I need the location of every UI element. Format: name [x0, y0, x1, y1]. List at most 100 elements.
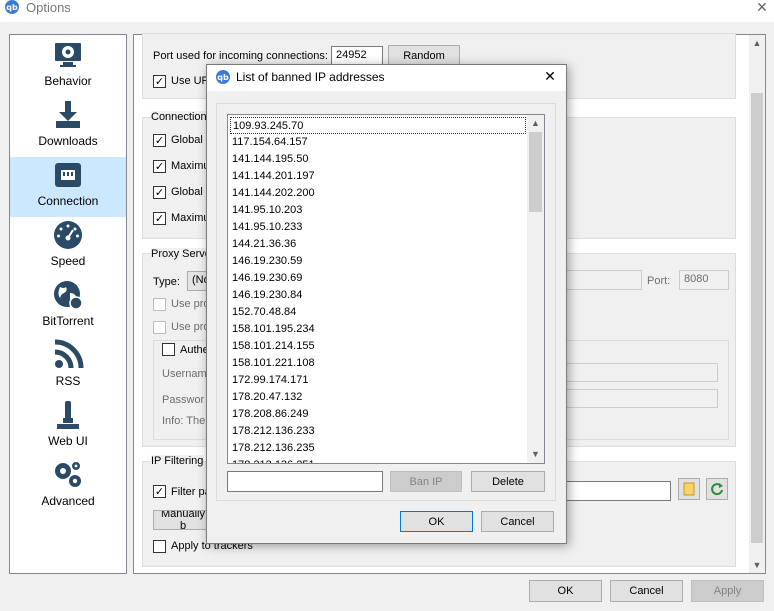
sidebar-item-connection[interactable]: Connection	[10, 157, 126, 217]
options-scrollbar[interactable]: ▲ ▼	[749, 35, 765, 573]
sidebar-item-label: Downloads	[38, 134, 98, 148]
list-scrollbar[interactable]: ▲ ▼	[527, 115, 544, 463]
sidebar-item-label: Connection	[37, 194, 99, 208]
apply-button[interactable]: Apply	[691, 580, 764, 602]
ip-list-item[interactable]: 178.212.136.235	[230, 440, 526, 457]
proxy-port-label: Port:	[647, 275, 671, 287]
ip-filter-path-input[interactable]	[565, 481, 671, 501]
sidebar-item-label: Advanced	[41, 494, 95, 508]
ip-address-input[interactable]	[227, 471, 383, 492]
global-max-connections-checkbox[interactable]: ✓	[153, 134, 166, 147]
global-max-uploads-checkbox[interactable]: ✓	[153, 186, 166, 199]
sidebar-item-downloads[interactable]: Downloads	[10, 97, 126, 157]
max-connections-per-torrent-label: Maximu	[171, 160, 210, 172]
manually-banned-ips-button[interactable]: Manually b	[153, 510, 209, 530]
ip-filtering-group-label: IP Filtering	[151, 455, 204, 467]
ip-list-item[interactable]: 146.19.230.84	[230, 287, 526, 304]
proxy-type-label: Type:	[153, 276, 180, 288]
proxy-username-label: Usernam	[162, 368, 207, 380]
gears-icon	[55, 462, 81, 487]
proxy-server-group-label: Proxy Serve	[151, 248, 211, 260]
sidebar-item-label: Behavior	[44, 74, 92, 88]
ip-list-item[interactable]: 146.19.230.69	[230, 270, 526, 287]
ip-list-item[interactable]: 117.154.64.157	[230, 134, 526, 151]
banned-ip-list[interactable]: 109.93.245.70 117.154.64.157 141.144.195.5…	[227, 114, 545, 464]
use-proxy-rss-label: Use pro	[171, 321, 210, 333]
connection-limits-group-label: Connections	[151, 111, 213, 123]
reload-filter-button[interactable]	[706, 478, 728, 500]
port-input[interactable]: 24952	[331, 46, 383, 66]
ip-list-item[interactable]: 141.95.10.203	[230, 202, 526, 219]
proxy-auth-label: Authe	[180, 344, 209, 356]
ip-list-item[interactable]: 172.99.174.171	[230, 372, 526, 389]
sidebar-item-label: RSS	[55, 374, 81, 388]
apply-to-trackers-checkbox[interactable]	[153, 540, 166, 553]
folder-icon	[683, 482, 695, 496]
use-proxy-rss-checkbox[interactable]	[153, 321, 166, 334]
ip-list-item[interactable]: 109.93.245.70	[230, 117, 526, 134]
scrollbar-thumb[interactable]	[751, 93, 763, 543]
proxy-info-label: Info: The	[162, 415, 206, 427]
browse-filter-button[interactable]	[678, 478, 700, 500]
ip-list-item[interactable]: 144.21.36.36	[230, 236, 526, 253]
use-proxy-peer-checkbox[interactable]	[153, 298, 166, 311]
ip-list-item[interactable]: 178.20.47.132	[230, 389, 526, 406]
cancel-button[interactable]: Cancel	[610, 580, 683, 602]
sidebar-item-advanced[interactable]: Advanced	[10, 457, 126, 517]
ip-list-item[interactable]: 158.101.221.108	[230, 355, 526, 372]
dialog-title: List of banned IP addresses	[236, 70, 385, 84]
sidebar-item-label: Web UI	[48, 434, 88, 448]
sidebar-item-label: BitTorrent	[42, 314, 94, 328]
max-connections-per-torrent-checkbox[interactable]: ✓	[153, 160, 166, 173]
ip-list-item[interactable]: 141.95.10.233	[230, 219, 526, 236]
sidebar-item-web-ui[interactable]: Web UI	[10, 397, 126, 457]
proxy-port-input[interactable]: 8080	[679, 270, 729, 290]
use-upnp-label: Use UP	[171, 75, 209, 87]
list-scroll-up-icon[interactable]: ▲	[527, 115, 544, 132]
ok-button[interactable]: OK	[529, 580, 602, 602]
dialog-ok-button[interactable]: OK	[400, 511, 473, 532]
ip-list-item[interactable]: 158.101.195.234	[230, 321, 526, 338]
list-scroll-down-icon[interactable]: ▼	[527, 446, 544, 463]
sidebar-item-bittorrent[interactable]: BitTorrent	[10, 277, 126, 337]
max-uploads-per-torrent-checkbox[interactable]: ✓	[153, 212, 166, 225]
download-icon	[56, 101, 80, 128]
proxy-username-input[interactable]	[566, 363, 718, 382]
proxy-auth-checkbox[interactable]	[162, 343, 175, 356]
ip-list-item[interactable]: 141.144.201.197	[230, 168, 526, 185]
ip-list-item[interactable]: 178.208.86.249	[230, 406, 526, 423]
sidebar-item-behavior[interactable]: Behavior	[10, 37, 126, 97]
use-proxy-peer-label: Use pro	[171, 298, 210, 310]
dialog-close-button[interactable]: ✕	[541, 68, 559, 85]
ip-list-item[interactable]: 178.212.136.233	[230, 423, 526, 440]
proxy-host-input[interactable]	[566, 270, 642, 290]
banned-ip-dialog: qb List of banned IP addresses ✕ 109.93.…	[206, 64, 567, 544]
ip-list-item[interactable]: 178.212.136.251	[230, 457, 526, 463]
gear-icon	[55, 43, 81, 67]
ip-list-item[interactable]: 152.70.48.84	[230, 304, 526, 321]
use-upnp-checkbox[interactable]: ✓	[153, 75, 166, 88]
random-port-button[interactable]: Random	[388, 45, 460, 66]
options-sidebar: Behavior Downloads Connection Speed BitT…	[9, 34, 127, 574]
delete-ip-button[interactable]: Delete	[471, 471, 545, 492]
list-scrollbar-thumb[interactable]	[529, 132, 542, 212]
ip-list-item[interactable]: 158.101.214.155	[230, 338, 526, 355]
dialog-cancel-button[interactable]: Cancel	[481, 511, 554, 532]
scroll-down-arrow-icon[interactable]: ▼	[749, 557, 765, 573]
sidebar-item-speed[interactable]: Speed	[10, 217, 126, 277]
network-icon	[55, 163, 81, 187]
sidebar-item-rss[interactable]: RSS	[10, 337, 126, 397]
scroll-up-arrow-icon[interactable]: ▲	[749, 35, 765, 51]
web-ui-icon	[57, 401, 79, 429]
ip-filter-label: Filter pa	[171, 486, 211, 498]
dialog-titlebar: qb List of banned IP addresses ✕	[207, 65, 566, 91]
ban-ip-button[interactable]: Ban IP	[390, 471, 462, 492]
window-title: Options	[26, 0, 71, 15]
ip-filter-checkbox[interactable]: ✓	[153, 485, 166, 498]
proxy-password-input[interactable]	[566, 389, 718, 408]
ip-list-item[interactable]: 141.144.202.200	[230, 185, 526, 202]
ip-list-item[interactable]: 141.144.195.50	[230, 151, 526, 168]
port-label: Port used for incoming connections:	[153, 50, 328, 62]
ip-list-item[interactable]: 146.19.230.59	[230, 253, 526, 270]
window-close-button[interactable]: ✕	[752, 0, 772, 17]
